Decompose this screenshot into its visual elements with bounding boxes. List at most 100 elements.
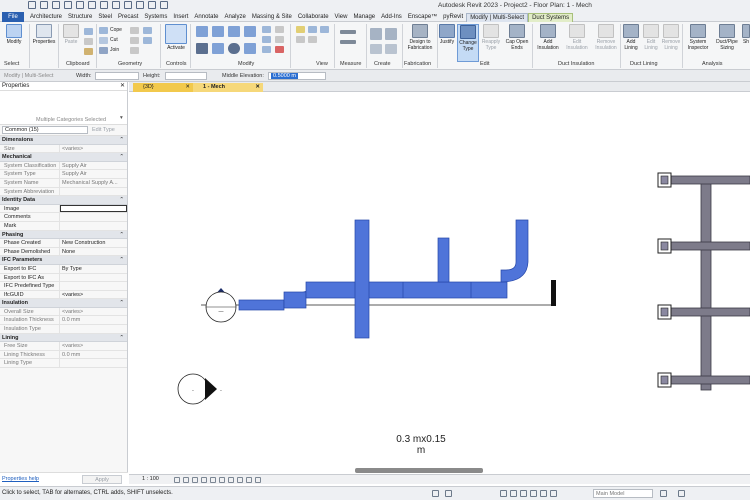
copy-element-icon[interactable] bbox=[212, 43, 224, 54]
wall-joins-icon[interactable] bbox=[130, 27, 139, 34]
property-row[interactable]: Lining Type bbox=[0, 359, 127, 369]
duct-pipe-sizing-button[interactable]: Duct/Pipe Sizing bbox=[713, 24, 741, 51]
property-row[interactable]: Phase Demolished None bbox=[0, 247, 127, 257]
property-row[interactable]: IFC Predefined Type bbox=[0, 282, 127, 291]
create-similar-icon[interactable] bbox=[385, 44, 397, 54]
open-icon[interactable] bbox=[28, 1, 36, 9]
horizontal-scrollbar[interactable] bbox=[355, 468, 483, 473]
text-icon[interactable] bbox=[112, 1, 120, 9]
measure-icon[interactable] bbox=[88, 1, 96, 9]
activate-button[interactable]: Activate bbox=[164, 24, 188, 51]
collapse-icon[interactable]: ⌃ bbox=[119, 136, 124, 144]
close-icon[interactable]: ✕ bbox=[120, 82, 125, 91]
justify-button[interactable]: Justify bbox=[438, 24, 456, 45]
property-group-header[interactable]: Identity Data ⌃ bbox=[0, 196, 127, 205]
drag-elements-icon[interactable] bbox=[550, 490, 557, 497]
show-button[interactable]: Sh bbox=[742, 24, 750, 45]
measure-between-icon[interactable] bbox=[340, 30, 356, 34]
duct-cross-branch[interactable] bbox=[354, 219, 370, 339]
close-icon[interactable]: ✕ bbox=[185, 83, 190, 92]
scale-icon[interactable] bbox=[262, 46, 271, 53]
array-icon[interactable] bbox=[262, 36, 271, 43]
design-to-fabrication-button[interactable]: Design to Fabrication bbox=[404, 24, 436, 51]
drawing-canvas[interactable]: — - - bbox=[129, 92, 750, 473]
thin-lines-icon[interactable] bbox=[148, 1, 156, 9]
undo-icon[interactable] bbox=[52, 1, 60, 9]
redo-icon[interactable] bbox=[64, 1, 72, 9]
property-value[interactable]: None bbox=[60, 248, 127, 256]
property-value[interactable] bbox=[60, 204, 127, 213]
collapse-icon[interactable]: ⌃ bbox=[119, 299, 124, 307]
tab-view[interactable]: View bbox=[332, 13, 351, 22]
property-row[interactable]: IfcGUID <varies> bbox=[0, 290, 127, 300]
grey-duct-main[interactable] bbox=[700, 177, 712, 391]
middle-elevation-field[interactable]: 0.5000 m bbox=[268, 72, 326, 80]
edit-insulation-button[interactable]: Edit Insulation bbox=[563, 24, 591, 51]
tab-steel[interactable]: Steel bbox=[95, 13, 115, 22]
crop-view-icon[interactable] bbox=[210, 477, 216, 483]
cope-button[interactable]: Cope bbox=[110, 27, 126, 33]
highlight-displacement-icon[interactable] bbox=[255, 477, 261, 483]
selection-count-icon[interactable] bbox=[678, 490, 685, 497]
tab-precast[interactable]: Precast bbox=[115, 13, 141, 22]
tab-enscape[interactable]: Enscape™ bbox=[405, 13, 440, 22]
property-row[interactable]: Phase Created New Construction bbox=[0, 239, 127, 248]
split-face-icon[interactable] bbox=[130, 37, 139, 44]
sun-path-icon[interactable] bbox=[192, 477, 198, 483]
property-group-header[interactable]: Insulation ⌃ bbox=[0, 299, 127, 308]
visual-style-icon[interactable] bbox=[183, 477, 189, 483]
close-icon[interactable]: ✕ bbox=[255, 83, 260, 92]
print-icon[interactable] bbox=[76, 1, 84, 9]
pin-icon[interactable] bbox=[275, 26, 284, 33]
select-pinned-icon[interactable] bbox=[530, 490, 537, 497]
property-group-header[interactable]: Lining ⌃ bbox=[0, 333, 127, 343]
tab-collaborate[interactable]: Collaborate bbox=[295, 13, 332, 22]
mirror-axis-icon[interactable] bbox=[228, 26, 240, 37]
aligned-dimension-icon[interactable] bbox=[340, 40, 356, 44]
tab-systems[interactable]: Systems bbox=[141, 13, 170, 22]
add-lining-button[interactable]: Add Lining bbox=[621, 24, 641, 51]
section-head-symbol[interactable]: — bbox=[205, 288, 237, 323]
delete-icon[interactable] bbox=[275, 46, 284, 53]
property-row[interactable]: Mark bbox=[0, 221, 127, 231]
property-row[interactable]: Insulation Type bbox=[0, 325, 127, 334]
halftone-icon[interactable] bbox=[296, 36, 305, 43]
save-icon[interactable] bbox=[40, 1, 48, 9]
paint-icon[interactable] bbox=[130, 47, 139, 54]
section-icon[interactable] bbox=[136, 1, 144, 9]
property-row[interactable]: Insulation Thickness 0.0 mm bbox=[0, 316, 127, 326]
unpin-icon[interactable] bbox=[275, 36, 284, 43]
tab-architecture[interactable]: Architecture bbox=[27, 13, 65, 22]
copy-icon[interactable] bbox=[84, 28, 93, 35]
property-row[interactable]: System Abbreviation bbox=[0, 187, 127, 197]
apply-button[interactable]: Apply bbox=[82, 475, 122, 484]
collapse-icon[interactable]: ⌃ bbox=[119, 231, 124, 239]
property-group-header[interactable]: Mechanical ⌃ bbox=[0, 153, 127, 162]
properties-button[interactable]: Properties bbox=[31, 24, 57, 45]
duct-main[interactable] bbox=[305, 281, 508, 299]
align-icon[interactable] bbox=[196, 26, 208, 37]
filter-icon[interactable] bbox=[308, 36, 317, 43]
active-workset-select[interactable]: Main Model bbox=[593, 489, 653, 498]
property-value[interactable] bbox=[60, 222, 127, 230]
tab-massing-site[interactable]: Massing & Site bbox=[249, 13, 295, 22]
hide-icon[interactable] bbox=[308, 26, 317, 33]
tab-1-mech[interactable]: 1 - Mech ✕ bbox=[193, 83, 263, 92]
property-row[interactable]: System Classification Supply Air bbox=[0, 161, 127, 171]
tab-add-ins[interactable]: Add-Ins bbox=[378, 13, 405, 22]
duct-segment-reducer[interactable] bbox=[238, 299, 285, 311]
property-value[interactable] bbox=[60, 282, 127, 290]
property-row[interactable]: Image bbox=[0, 204, 127, 214]
edit-type-button[interactable]: Edit Type bbox=[92, 127, 115, 133]
collapse-icon[interactable]: ⌃ bbox=[119, 153, 124, 161]
remove-lining-button[interactable]: Remove Lining bbox=[661, 24, 681, 51]
trim-icon[interactable] bbox=[244, 43, 256, 54]
view-scale[interactable]: 1 : 100 bbox=[142, 476, 159, 482]
duct-transition-body[interactable] bbox=[283, 291, 307, 309]
property-row[interactable]: Comments bbox=[0, 213, 127, 222]
cut-button[interactable]: Cut bbox=[110, 37, 126, 43]
temporary-hide-icon[interactable] bbox=[228, 477, 234, 483]
join-button[interactable]: Join bbox=[110, 47, 126, 53]
property-row[interactable]: System Name Mechanical Supply A... bbox=[0, 178, 127, 188]
tab-3d-view[interactable]: {3D} ✕ bbox=[133, 83, 193, 92]
